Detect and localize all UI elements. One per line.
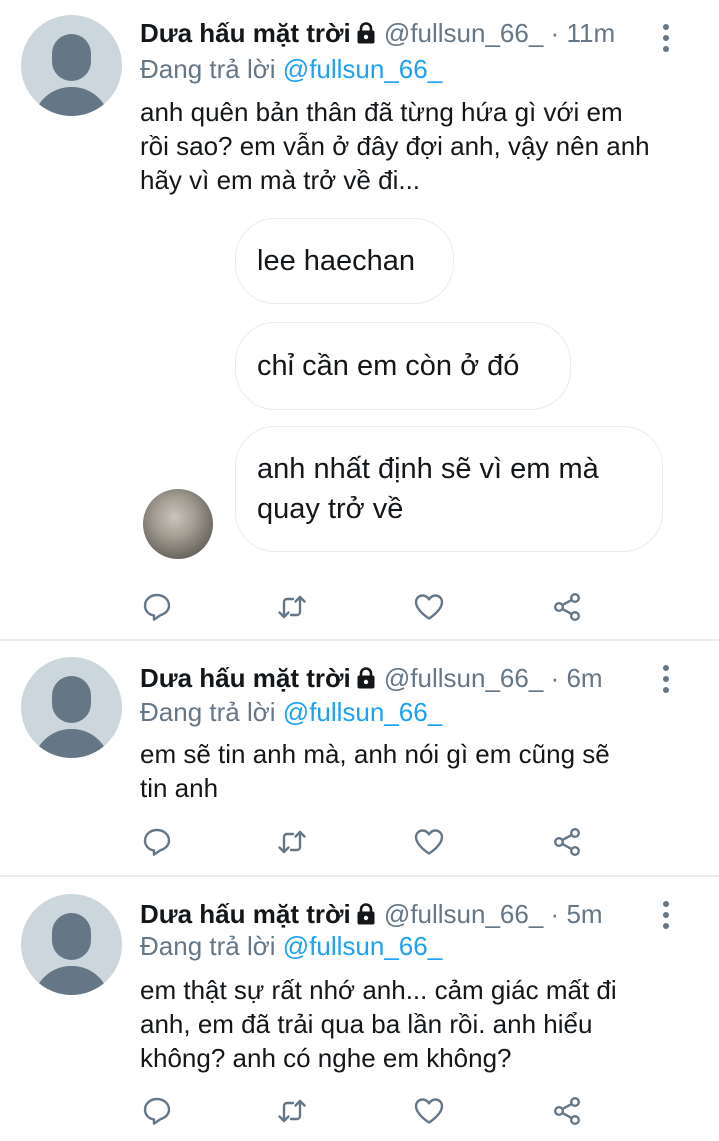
tweet-text: anh quên bản thân đã từng hứa gì với em … <box>140 97 650 195</box>
reply-prefix: Đang trả lời <box>140 54 276 84</box>
chat-bubble: chỉ cần em còn ở đó <box>235 322 571 410</box>
retweet-icon[interactable] <box>275 825 309 859</box>
share-icon[interactable] <box>550 1094 584 1128</box>
tweet-header: Dưa hấu mặt trời @fullsun_66_ · 5m <box>140 898 603 932</box>
like-icon[interactable] <box>412 1094 446 1128</box>
tweet-header: Dưa hấu mặt trời @fullsun_66_ · 11m <box>140 17 615 51</box>
retweet-icon[interactable] <box>275 1094 309 1128</box>
tweet-actions <box>140 1094 600 1128</box>
reply-mention[interactable]: @fullsun_66_ <box>283 931 442 961</box>
separator-dot: · <box>550 663 560 693</box>
reply-prefix: Đang trả lời <box>140 697 276 727</box>
reply-context: Đang trả lời @fullsun_66_ <box>140 53 442 85</box>
reply-icon[interactable] <box>140 1094 174 1128</box>
author-handle[interactable]: @fullsun_66_ <box>384 663 543 693</box>
reply-icon[interactable] <box>140 825 174 859</box>
separator-dot: · <box>550 899 560 929</box>
chat-bubble: anh nhất định sẽ vì em mà quay trở về <box>235 426 663 552</box>
chat-bubble: lee haechan <box>235 218 454 304</box>
more-options-icon[interactable] <box>663 901 669 934</box>
tweet-header: Dưa hấu mặt trời @fullsun_66_ · 6m <box>140 662 603 696</box>
reply-context: Đang trả lời @fullsun_66_ <box>140 696 442 728</box>
tweet-time[interactable]: 11m <box>566 18 615 48</box>
tweet-time[interactable]: 5m <box>566 899 602 929</box>
default-avatar[interactable] <box>21 657 122 758</box>
author-handle[interactable]: @fullsun_66_ <box>384 18 543 48</box>
share-icon[interactable] <box>550 590 584 624</box>
reply-mention[interactable]: @fullsun_66_ <box>283 697 442 727</box>
retweet-icon[interactable] <box>275 590 309 624</box>
tweet-2[interactable]: Dưa hấu mặt trời @fullsun_66_ · 6m Đang … <box>0 641 719 876</box>
tweet-time[interactable]: 6m <box>566 663 602 693</box>
separator-dot: · <box>550 18 560 48</box>
reply-icon[interactable] <box>140 590 174 624</box>
author-handle[interactable]: @fullsun_66_ <box>384 899 543 929</box>
tweet-text: em sẽ tin anh mà, anh nói gì em cũng sẽ … <box>140 739 610 803</box>
tweet-text: em thật sự rất nhớ anh... cảm giác mất đ… <box>140 975 617 1073</box>
author-name[interactable]: Dưa hấu mặt trời <box>140 899 351 929</box>
share-icon[interactable] <box>550 825 584 859</box>
like-icon[interactable] <box>412 590 446 624</box>
more-options-icon[interactable] <box>663 665 669 698</box>
reply-mention[interactable]: @fullsun_66_ <box>283 54 442 84</box>
chat-avatar <box>143 489 213 559</box>
default-avatar[interactable] <box>21 15 122 116</box>
reply-context: Đang trả lời @fullsun_66_ <box>140 930 442 962</box>
tweet-actions <box>140 590 600 624</box>
default-avatar[interactable] <box>21 894 122 995</box>
tweet-actions <box>140 825 600 859</box>
like-icon[interactable] <box>412 825 446 859</box>
reply-prefix: Đang trả lời <box>140 931 276 961</box>
tweet-3[interactable]: Dưa hấu mặt trời @fullsun_66_ · 5m Đang … <box>0 877 719 1141</box>
author-name[interactable]: Dưa hấu mặt trời <box>140 663 351 693</box>
lock-icon <box>355 19 377 51</box>
lock-icon <box>355 900 377 932</box>
lock-icon <box>355 664 377 696</box>
tweet-1[interactable]: Dưa hấu mặt trời @fullsun_66_ · 11m Đang… <box>0 0 719 640</box>
more-options-icon[interactable] <box>663 24 669 57</box>
author-name[interactable]: Dưa hấu mặt trời <box>140 18 351 48</box>
